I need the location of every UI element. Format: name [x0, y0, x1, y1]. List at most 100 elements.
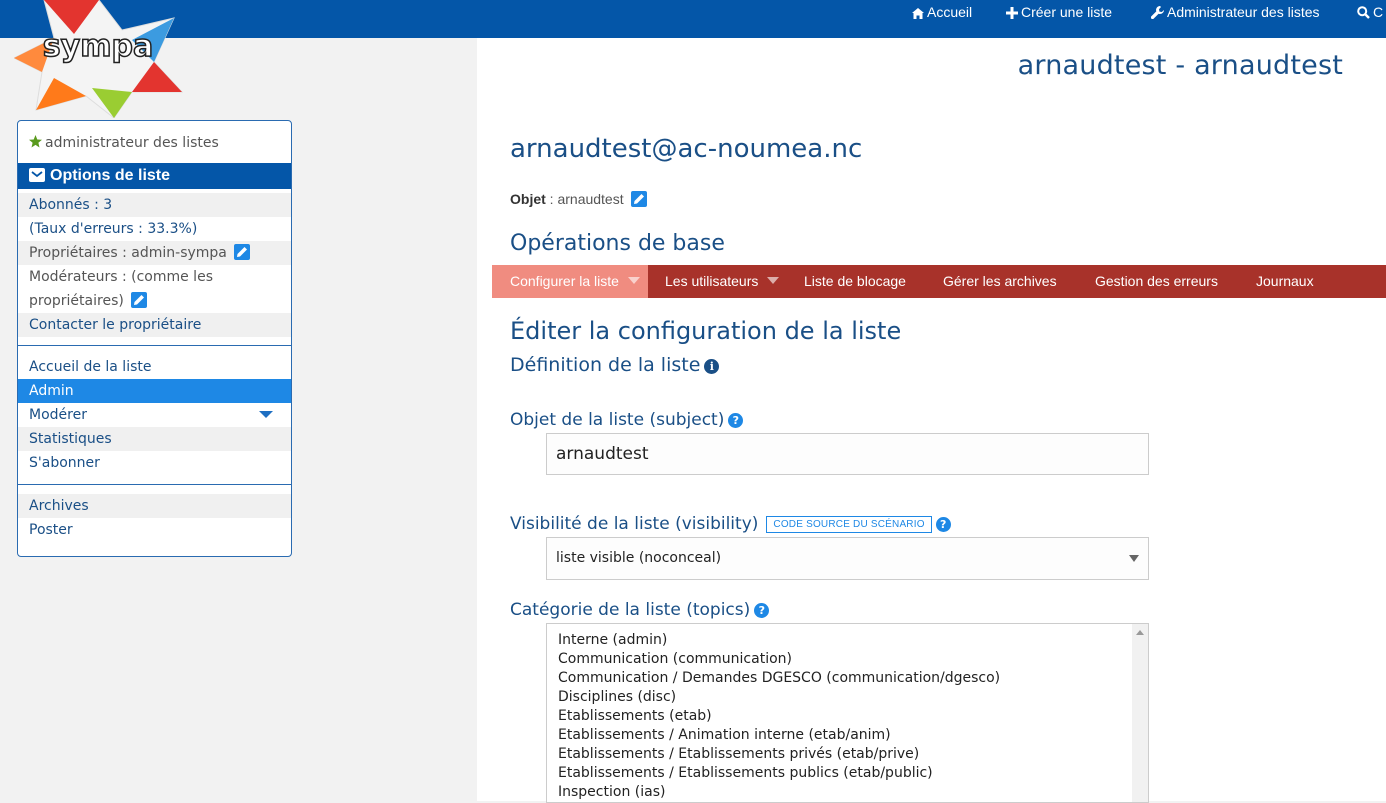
subscribe-label: S'abonner [29, 455, 100, 471]
nav-home-link[interactable]: Accueil [912, 0, 972, 25]
tab-blocklist[interactable]: Liste de blocage [804, 265, 906, 298]
sidebar-item-subscribe[interactable]: S'abonner [18, 451, 291, 475]
visibility-field-label: Visibilité de la liste (visibility) CODE … [510, 514, 951, 534]
subject-input[interactable]: arnaudtest [546, 433, 1149, 475]
tab-users[interactable]: Les utilisateurs [665, 265, 780, 298]
tab-label: Journaux [1256, 273, 1314, 289]
sympa-logo[interactable]: sympa [12, 0, 184, 119]
help-icon[interactable]: ? [935, 517, 951, 532]
search-icon [1357, 6, 1370, 19]
sidebar-header-label: Options de liste [50, 167, 171, 184]
visibility-selected-value: liste visible (noconceal) [556, 550, 722, 566]
nav-search-link[interactable]: C [1357, 0, 1383, 25]
sidebar-item-moderate[interactable]: Modérer [18, 403, 291, 427]
list-definition-title: Définition de la liste i [510, 354, 720, 376]
help-icon[interactable]: ? [728, 413, 744, 428]
tab-label: Gestion des erreurs [1095, 273, 1218, 289]
edit-owners-button[interactable] [234, 244, 251, 260]
edit-config-title: Éditer la configuration de la liste [510, 317, 902, 345]
sidebar-divider [18, 345, 291, 346]
subject-field-label-text: Objet de la liste (subject) [510, 410, 725, 430]
tab-label: Les utilisateurs [665, 273, 759, 289]
caret-down-icon [627, 277, 640, 284]
subject-label: Objet [510, 191, 546, 207]
top-navbar: Accueil Créer une liste Administrateur d… [0, 0, 1386, 38]
admin-tabs: Configurer la liste Les utilisateurs Lis… [492, 265, 1386, 298]
basic-operations-title: Opérations de base [510, 231, 725, 256]
sidebar-error-rate[interactable]: (Taux d'erreurs : 33.3%) [18, 217, 291, 241]
nav-search-label: C [1373, 4, 1384, 20]
archives-label: Archives [29, 498, 89, 514]
tab-label: Configurer la liste [510, 273, 619, 289]
topics-multiselect[interactable]: Interne (admin) Communication (communica… [546, 623, 1149, 803]
sidebar-contact-owner[interactable]: Contacter le propriétaire [18, 313, 291, 337]
star-icon [29, 135, 42, 148]
tab-bounces[interactable]: Gestion des erreurs [1095, 265, 1218, 298]
list-subject-line: Objet : arnaudtest [510, 191, 647, 207]
topic-option[interactable]: Interne (admin) [547, 631, 1148, 650]
topic-option[interactable]: Communication / Demandes DGESCO (communi… [547, 669, 1148, 688]
wrench-icon [1150, 6, 1164, 20]
svg-text:sympa: sympa [43, 29, 153, 64]
sidebar-role-label: administrateur des listes [45, 135, 219, 151]
list-address: arnaudtest@ac-noumea.nc [510, 134, 863, 164]
topics-field-label: Catégorie de la liste (topics)? [510, 600, 770, 620]
subscribers-label: Abonnés : 3 [29, 197, 113, 213]
nav-home-label: Accueil [927, 4, 973, 20]
sidebar-owners: Propriétaires : admin-sympa [18, 241, 291, 265]
nav-create-list-link[interactable]: Créer une liste [1006, 0, 1112, 25]
topics-scrollbar[interactable] [1132, 624, 1148, 802]
sidebar-moderators: Modérateurs : (comme les propriétaires) [18, 265, 291, 313]
topic-option[interactable]: Etablissements / Animation interne (etab… [547, 726, 1148, 745]
topic-option[interactable]: Etablissements / Etablissements publics … [547, 764, 1148, 783]
nav-list-admin-link[interactable]: Administrateur des listes [1150, 0, 1320, 25]
help-icon[interactable]: ? [754, 603, 770, 618]
topic-option[interactable]: Disciplines (disc) [547, 688, 1148, 707]
plus-icon [1006, 7, 1018, 19]
list-options-sidebar: administrateur des listes Options de lis… [17, 120, 292, 557]
visibility-select[interactable]: liste visible (noconceal) [546, 537, 1149, 580]
topic-option[interactable]: Inspection (ias) [547, 783, 1148, 802]
sidebar-item-list-home[interactable]: Accueil de la liste [18, 355, 291, 379]
tab-label: Gérer les archives [943, 273, 1057, 289]
scroll-up-arrow-icon[interactable] [1136, 630, 1144, 635]
stats-label: Statistiques [29, 431, 112, 447]
edit-subject-button[interactable] [630, 191, 647, 207]
definition-title-label: Définition de la liste [510, 354, 701, 376]
scenario-source-button[interactable]: CODE SOURCE DU SCÉNARIO [766, 516, 932, 533]
tab-label: Liste de blocage [804, 273, 906, 289]
topic-option[interactable]: Etablissements (etab) [547, 707, 1148, 726]
nav-create-list-label: Créer une liste [1021, 4, 1113, 20]
nav-list-admin-label: Administrateur des listes [1167, 4, 1320, 20]
caret-down-icon[interactable] [259, 411, 273, 418]
home-icon [912, 8, 924, 19]
subject-separator: : [545, 191, 558, 207]
site-title: arnaudtest - arnaudtest [1017, 50, 1343, 81]
sidebar-item-archives[interactable]: Archives [18, 494, 291, 518]
info-icon[interactable]: i [704, 359, 720, 374]
error-rate-label: (Taux d'erreurs : 33.3%) [29, 221, 198, 237]
pencil-icon [237, 247, 248, 257]
sidebar-item-admin[interactable]: Admin [18, 379, 291, 403]
subject-field-label: Objet de la liste (subject)? [510, 410, 744, 430]
main-content: arnaudtest - arnaudtest arnaudtest@ac-no… [477, 38, 1386, 803]
contact-owner-label: Contacter le propriétaire [29, 317, 202, 333]
dropdown-arrow-icon [1129, 555, 1139, 562]
caret-down-icon [767, 277, 780, 284]
moderate-label: Modérer [29, 407, 87, 423]
post-label: Poster [29, 522, 73, 538]
edit-moderators-button[interactable] [131, 292, 148, 308]
tab-logs[interactable]: Journaux [1256, 265, 1314, 298]
sidebar-item-stats[interactable]: Statistiques [18, 427, 291, 451]
admin-label: Admin [29, 383, 74, 399]
tab-archives[interactable]: Gérer les archives [943, 265, 1057, 298]
topic-option[interactable]: Etablissements / Etablissements privés (… [547, 745, 1148, 764]
owners-label: Propriétaires : admin-sympa [29, 245, 227, 261]
sidebar-header: Options de liste [18, 163, 291, 189]
sidebar-item-post[interactable]: Poster [18, 518, 291, 542]
tab-configure-list[interactable]: Configurer la liste [492, 265, 648, 298]
topic-option[interactable]: Communication (communication) [547, 650, 1148, 669]
sidebar-role: administrateur des listes [18, 131, 291, 155]
sidebar-subscribers[interactable]: Abonnés : 3 [18, 193, 291, 217]
visibility-field-label-text: Visibilité de la liste (visibility) [510, 514, 759, 534]
